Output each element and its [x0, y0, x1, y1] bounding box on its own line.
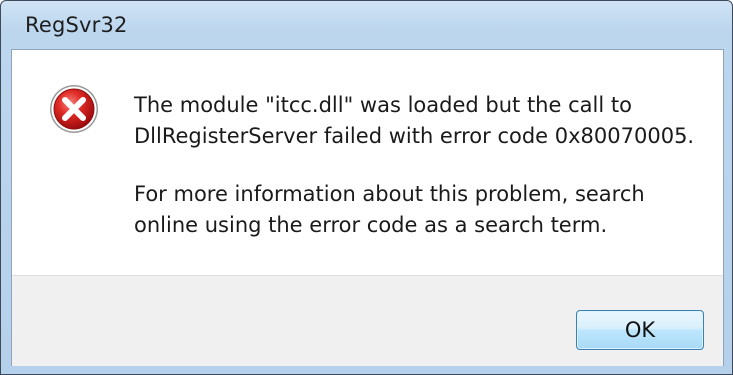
error-message-primary: The module "itcc.dll" was loaded but the…	[134, 93, 695, 148]
title-bar[interactable]: RegSvr32	[1, 1, 732, 47]
ok-button[interactable]: OK	[576, 310, 704, 350]
error-icon	[50, 85, 98, 133]
error-message-secondary: For more information about this problem,…	[134, 182, 645, 237]
button-bar: OK	[12, 275, 723, 366]
window-title: RegSvr32	[25, 13, 128, 37]
dialog-window: RegSvr32 The module "itcc.dll" was loade…	[0, 0, 733, 375]
error-message: The module "itcc.dll" was loaded but the…	[134, 90, 704, 268]
dialog-content: The module "itcc.dll" was loaded but the…	[11, 49, 724, 366]
